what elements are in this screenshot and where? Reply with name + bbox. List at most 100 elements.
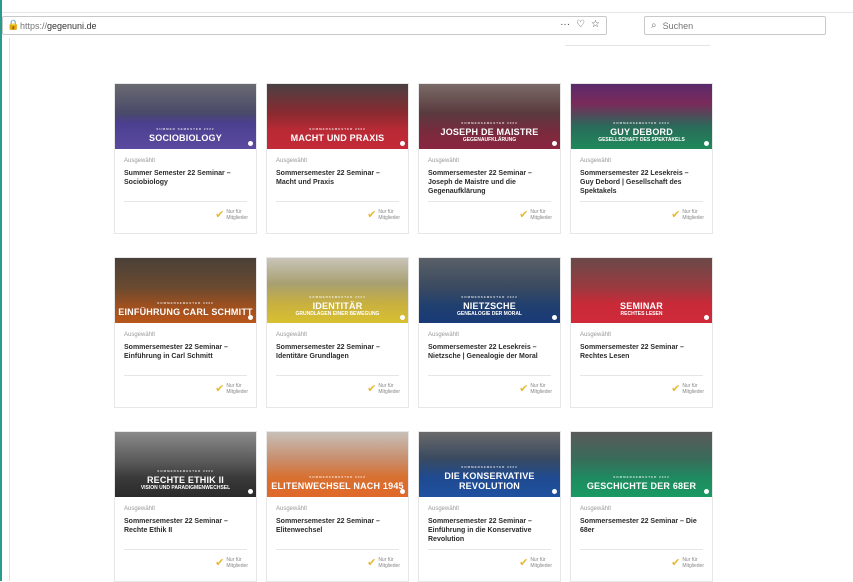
course-title[interactable]: Sommersemester 22 Seminar – Einführung i… (124, 343, 247, 370)
thumbnail-semester: SOMMERSEMESTER 2022 (461, 121, 518, 125)
thumbnail-semester: SOMMERSEMESTER 2022 (157, 469, 214, 473)
thumbnail-subtitle: GRUNDLAGEN EINER BEWEGUNG (295, 311, 380, 317)
bookmark-star-icon[interactable]: ☆ (591, 19, 600, 30)
course-card[interactable]: SOMMERSEMESTER 2022 NIETZSCHE GENEALOGIE… (418, 257, 561, 408)
members-only-badge: ✔ Nur für Mitglieder (367, 208, 400, 222)
featured-label: Ausgewählt (428, 158, 460, 164)
thumbnail-semester: SUMMER SEMESTER 2022 (156, 127, 215, 131)
members-only-badge: ✔ Nur für Mitglieder (367, 382, 400, 396)
members-only-label: Nur für Mitglieder (378, 383, 400, 395)
divider (428, 549, 551, 550)
members-only-label: Nur für Mitglieder (682, 383, 704, 395)
page-actions-menu-icon[interactable]: ··· (560, 19, 570, 30)
members-line-2: Mitglieder (226, 388, 248, 395)
divider (276, 549, 399, 550)
members-line-2: Mitglieder (378, 388, 400, 395)
members-only-badge: ✔ Nur für Mitglieder (215, 208, 248, 222)
course-card[interactable]: SOMMERSEMESTER 2022 ELITENWECHSEL NACH 1… (266, 431, 409, 582)
featured-label: Ausgewählt (428, 332, 460, 338)
course-thumbnail[interactable]: SOMMERSEMESTER 2022 JOSEPH DE MAISTRE GE… (419, 84, 560, 149)
thumbnail-title: MACHT UND PRAXIS (290, 133, 385, 143)
thumbnail-title: NIETZSCHE (463, 301, 516, 311)
course-thumbnail[interactable]: SUMMER SEMESTER 2022 SOCIOBIOLOGY (115, 84, 256, 149)
members-only-label: Nur für Mitglieder (530, 557, 552, 569)
featured-label: Ausgewählt (276, 506, 308, 512)
thumbnail-title: ELITENWECHSEL NACH 1945 (271, 481, 404, 491)
course-card[interactable]: SOMMERSEMESTER 2022 Geschichte der 68er … (570, 431, 713, 582)
course-thumbnail[interactable]: SOMMERSEMESTER 2022 Geschichte der 68er (571, 432, 712, 497)
members-line-2: Mitglieder (378, 214, 400, 221)
address-bar[interactable]: 🔒 https://gegenuni.de ··· ♡ ☆ (2, 16, 607, 35)
divider (580, 375, 703, 376)
members-only-label: Nur für Mitglieder (226, 209, 248, 221)
course-card[interactable]: SOMMERSEMESTER 2022 MACHT UND PRAXIS Aus… (266, 83, 409, 234)
course-title[interactable]: Sommersemester 22 Lesekreis – Nietzsche … (428, 343, 551, 370)
members-only-badge: ✔ Nur für Mitglieder (519, 382, 552, 396)
members-only-badge: ✔ Nur für Mitglieder (519, 208, 552, 222)
thumbnail-title: Geschichte der 68er (586, 481, 697, 491)
thumbnail-title: DIE KONSERVATIVE REVOLUTION (444, 471, 535, 491)
course-title[interactable]: Sommersemester 22 Lesekreis – Guy Debord… (580, 169, 703, 196)
members-check-icon: ✔ (367, 383, 377, 395)
thumbnail-corner-icon (248, 315, 253, 320)
course-thumbnail[interactable]: SOMMERSEMESTER 2022 MACHT UND PRAXIS (267, 84, 408, 149)
course-card[interactable]: SOMMERSEMESTER 2022 IDENTITÄR GRUNDLAGEN… (266, 257, 409, 408)
members-only-label: Nur für Mitglieder (226, 383, 248, 395)
members-only-badge: ✔ Nur für Mitglieder (367, 556, 400, 570)
thumbnail-corner-icon (400, 141, 405, 146)
course-card[interactable]: SOMMERSEMESTER 2022 JOSEPH DE MAISTRE GE… (418, 83, 561, 234)
thumbnail-corner-icon (552, 315, 557, 320)
divider (565, 45, 710, 46)
search-input[interactable] (660, 19, 815, 32)
course-title[interactable]: Sommersemester 22 Seminar – Macht und Pr… (276, 169, 399, 196)
course-title[interactable]: Sommersemester 22 Seminar – Rechte Ethik… (124, 517, 247, 544)
pocket-icon[interactable]: ♡ (576, 19, 585, 30)
members-line-2: Mitglieder (682, 562, 704, 569)
course-thumbnail[interactable]: SOMMERSEMESTER 2022 EINFÜHRUNG CARL SCHM… (115, 258, 256, 323)
course-thumbnail[interactable]: SOMMERSEMESTER 2022 IDENTITÄR GRUNDLAGEN… (267, 258, 408, 323)
course-title[interactable]: Sommersemester 22 Seminar – Joseph de Ma… (428, 169, 551, 196)
members-line-2: Mitglieder (378, 562, 400, 569)
members-line-2: Mitglieder (226, 562, 248, 569)
page-actions: ··· ♡ ☆ (560, 19, 600, 30)
thumbnail-title: SEMINAR (620, 301, 663, 311)
members-check-icon: ✔ (671, 557, 681, 569)
course-thumbnail[interactable]: SOMMERSEMESTER 2022 ELITENWECHSEL NACH 1… (267, 432, 408, 497)
course-thumbnail[interactable]: SOMMERSEMESTER 2022 NIETZSCHE GENEALOGIE… (419, 258, 560, 323)
thumbnail-title: IDENTITÄR (312, 301, 363, 311)
course-card[interactable]: SOMMERSEMESTER 2022 GUY DEBORD GESELLSCH… (570, 83, 713, 234)
thumbnail-semester: SOMMERSEMESTER 2022 (157, 301, 214, 305)
thumbnail-corner-icon (552, 489, 557, 494)
course-title[interactable]: Sommersemester 22 Seminar – Einführung i… (428, 517, 551, 544)
course-card[interactable]: SUMMER SEMESTER 2022 SOCIOBIOLOGY Ausgew… (114, 83, 257, 234)
search-box[interactable]: ⌕ (644, 16, 826, 35)
divider (124, 375, 247, 376)
course-thumbnail[interactable]: SOMMERSEMESTER 2022 DIE KONSERVATIVE REV… (419, 432, 560, 497)
course-card[interactable]: SOMMERSEMESTER 2022 EINFÜHRUNG CARL SCHM… (114, 257, 257, 408)
thumbnail-title: SOCIOBIOLOGY (149, 133, 222, 143)
thumbnail-title: GUY DEBORD (610, 127, 673, 137)
thumbnail-title: JOSEPH DE MAISTRE (440, 127, 539, 137)
members-line-2: Mitglieder (530, 388, 552, 395)
course-title[interactable]: Sommersemester 22 Seminar – Elitenwechse… (276, 517, 399, 544)
course-title[interactable]: Sommersemester 22 Seminar – Identitäre G… (276, 343, 399, 370)
url-text[interactable]: https://gegenuni.de (20, 21, 97, 31)
course-thumbnail[interactable]: SOMMERSEMESTER 2022 GUY DEBORD GESELLSCH… (571, 84, 712, 149)
search-icon: ⌕ (651, 20, 657, 31)
course-thumbnail[interactable]: SEMINAR RECHTES LESEN (571, 258, 712, 323)
course-card[interactable]: SOMMERSEMESTER 2022 DIE KONSERVATIVE REV… (418, 431, 561, 582)
thumbnail-corner-icon (552, 141, 557, 146)
members-line-2: Mitglieder (682, 214, 704, 221)
course-title[interactable]: Sommersemester 22 Seminar – Die 68er (580, 517, 703, 544)
members-line-2: Mitglieder (226, 214, 248, 221)
members-only-badge: ✔ Nur für Mitglieder (519, 556, 552, 570)
featured-label: Ausgewählt (580, 332, 612, 338)
featured-label: Ausgewählt (428, 506, 460, 512)
thumbnail-subtitle: GEGENAUFKLÄRUNG (462, 137, 517, 143)
course-title[interactable]: Sommersemester 22 Seminar – Rechtes Lese… (580, 343, 703, 370)
course-card[interactable]: SEMINAR RECHTES LESEN Ausgewählt Sommers… (570, 257, 713, 408)
course-card[interactable]: SOMMERSEMESTER 2022 RECHTE ETHIK II VISI… (114, 431, 257, 582)
course-thumbnail[interactable]: SOMMERSEMESTER 2022 RECHTE ETHIK II VISI… (115, 432, 256, 497)
course-title[interactable]: Summer Semester 22 Seminar – Sociobiolog… (124, 169, 247, 196)
divider (428, 375, 551, 376)
